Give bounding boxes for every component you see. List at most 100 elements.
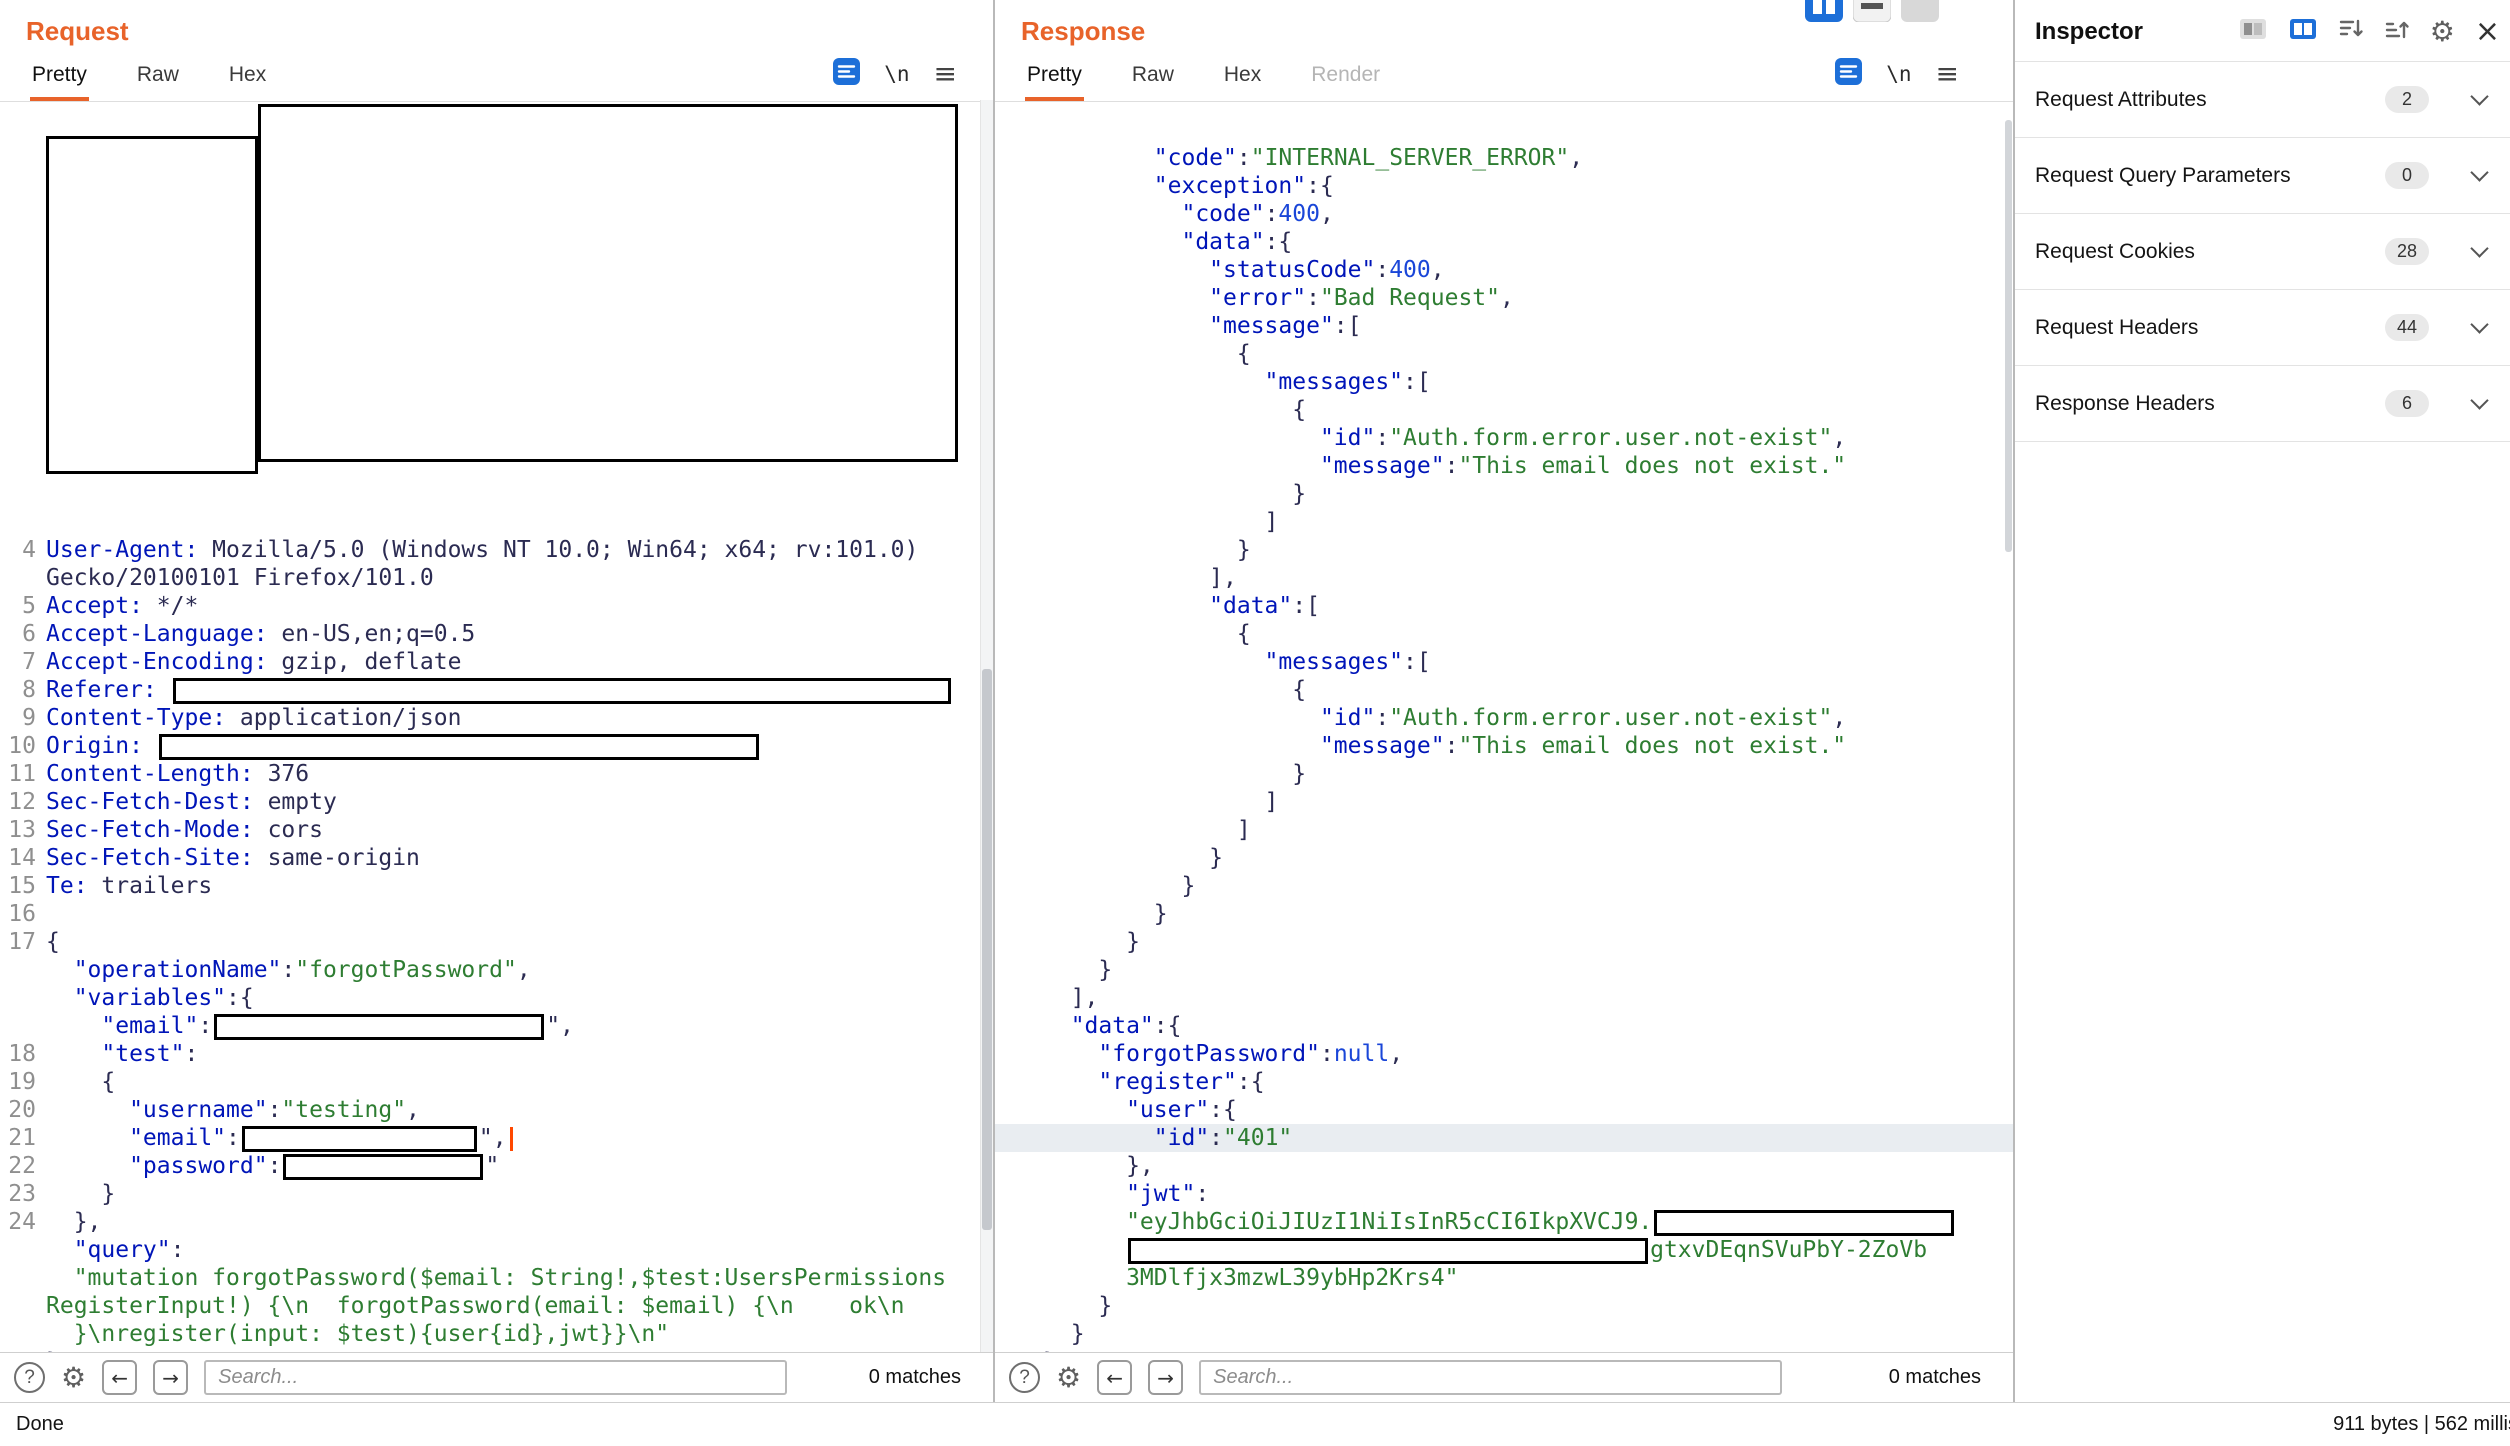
chevron-down-icon [2470,391,2488,409]
code-line: "statusCode":400, [995,256,2013,284]
code-line: "mutation forgotPassword($email: String!… [0,1264,993,1292]
code-line: "message":[ [995,312,2013,340]
code-line: } [995,956,2013,984]
request-match-count: 0 matches [869,1366,961,1389]
code-line: "id":"Auth.form.error.user.not-exist", [995,424,2013,452]
response-match-count: 0 matches [1889,1366,1981,1389]
response-editor-icons: \n ≡ [1835,58,1959,90]
code-line: 3MDlfjx3mzwL39ybHp2Krs4" [995,1264,2013,1292]
inspector-section-request-headers[interactable]: Request Headers44 [2015,290,2510,366]
message-editor-area: Request PrettyRawHex \n ≡ fUzO4fNczFULre… [0,0,2510,1402]
collapse-all-icon[interactable] [2338,16,2364,47]
line-number: 10 [0,732,36,760]
code-line: "email":", [0,1012,993,1040]
code-line: } [995,760,2013,788]
split-pane-view-icon[interactable] [2288,14,2318,49]
code-line: 21 "email":", [0,1124,993,1152]
redaction-box [173,678,951,704]
code-line: } [995,1292,2013,1320]
tab-raw[interactable]: Raw [135,63,181,101]
tab-pretty[interactable]: Pretty [1025,63,1084,101]
code-line: 8Referer: [0,676,993,704]
line-number: 13 [0,816,36,844]
inspector-sections: Request Attributes2Request Query Paramet… [2015,61,2510,442]
tab-render[interactable]: Render [1309,63,1382,101]
inspector-panel: Inspector ⚙ × [2013,0,2510,1402]
code-line: gtxvDEqnSVuPbY-2ZoVb [995,1236,2013,1264]
inspector-section-request-attributes[interactable]: Request Attributes2 [2015,62,2510,138]
code-line: "id":"Auth.form.error.user.not-exist", [995,704,2013,732]
request-scrollbar-thumb[interactable] [982,669,992,1230]
inspector-header-icons: ⚙ × [2238,14,2500,49]
request-scrollbar[interactable] [980,100,993,1352]
soft-wrap-toggle-icon[interactable] [1835,58,1862,90]
line-number: 9 [0,704,36,732]
editor-menu-icon[interactable]: ≡ [934,60,957,88]
line-number: 6 [0,620,36,648]
code-line: "user":{ [995,1096,2013,1124]
help-icon[interactable]: ? [14,1362,45,1393]
previous-match-button[interactable]: ← [1097,1360,1132,1395]
next-match-button[interactable]: → [1148,1360,1183,1395]
request-editor-icons: \n ≡ [833,58,957,90]
tab-raw[interactable]: Raw [1130,63,1176,101]
code-line [0,508,993,536]
response-search-bar: ? ⚙ ← → 0 matches [995,1352,2013,1402]
code-line: ], [995,984,2013,1012]
editor-menu-icon[interactable]: ≡ [1936,60,1959,88]
request-search-input[interactable] [204,1360,787,1395]
line-number: 19 [0,1068,36,1096]
code-line: } [995,1348,2013,1352]
response-panel: Response PrettyRawHexRender \n ≡ "code":… [993,0,2013,1402]
code-line: } [995,872,2013,900]
expand-all-icon[interactable] [2384,16,2410,47]
show-newlines-toggle[interactable]: \n [884,62,909,86]
code-line: 4User-Agent: Mozilla/5.0 (Windows NT 10.… [0,536,993,564]
columns-layout-icon[interactable] [1805,0,1843,22]
tabs-layout-icon[interactable] [1901,0,1939,22]
response-scrollbar-thumb[interactable] [2005,120,2012,552]
inspector-section-response-headers[interactable]: Response Headers6 [2015,366,2510,442]
inspector-section-request-cookies[interactable]: Request Cookies28 [2015,214,2510,290]
request-editor[interactable]: fUzO4fNczFULreqCGhxmOoQ8WXmtL44User-Agen… [0,102,993,1352]
gear-icon[interactable]: ⚙ [61,1364,86,1392]
response-viewer[interactable]: "code":"INTERNAL_SERVER_ERROR", "excepti… [995,102,2013,1352]
gear-icon[interactable]: ⚙ [2430,18,2455,46]
count-badge: 6 [2385,390,2429,417]
request-search-bar: ? ⚙ ← → 0 matches [0,1352,993,1402]
response-scrollbar[interactable] [2004,100,2013,1352]
code-line [0,480,993,508]
code-line: { [995,340,2013,368]
code-line: "data":{ [995,1012,2013,1040]
soft-wrap-toggle-icon[interactable] [833,58,860,90]
chevron-down-icon [2470,163,2488,181]
tab-hex[interactable]: Hex [227,63,268,101]
code-line: } [995,536,2013,564]
tab-pretty[interactable]: Pretty [30,63,89,101]
rows-layout-icon[interactable] [1853,0,1891,22]
code-line: 15Te: trailers [0,872,993,900]
close-icon[interactable]: × [2475,17,2500,47]
code-line: { [995,620,2013,648]
gear-icon[interactable]: ⚙ [1056,1364,1081,1392]
line-number: 8 [0,676,36,704]
chevron-down-icon [2470,239,2488,257]
line-number: 5 [0,592,36,620]
code-line: 17{ [0,928,993,956]
redaction-box [46,136,258,474]
help-icon[interactable]: ? [1009,1362,1040,1393]
inspector-section-request-query-parameters[interactable]: Request Query Parameters0 [2015,138,2510,214]
previous-match-button[interactable]: ← [102,1360,137,1395]
tab-hex[interactable]: Hex [1222,63,1263,101]
next-match-button[interactable]: → [153,1360,188,1395]
line-number: 17 [0,928,36,956]
single-pane-view-icon[interactable] [2238,14,2268,49]
code-line: 23 } [0,1180,993,1208]
response-search-input[interactable] [1199,1360,1782,1395]
code-line: ] [995,508,2013,536]
redaction-box [242,1126,477,1152]
code-line: "forgotPassword":null, [995,1040,2013,1068]
count-badge: 2 [2385,86,2429,113]
section-label: Request Query Parameters [2035,164,2291,188]
show-newlines-toggle[interactable]: \n [1886,62,1911,86]
